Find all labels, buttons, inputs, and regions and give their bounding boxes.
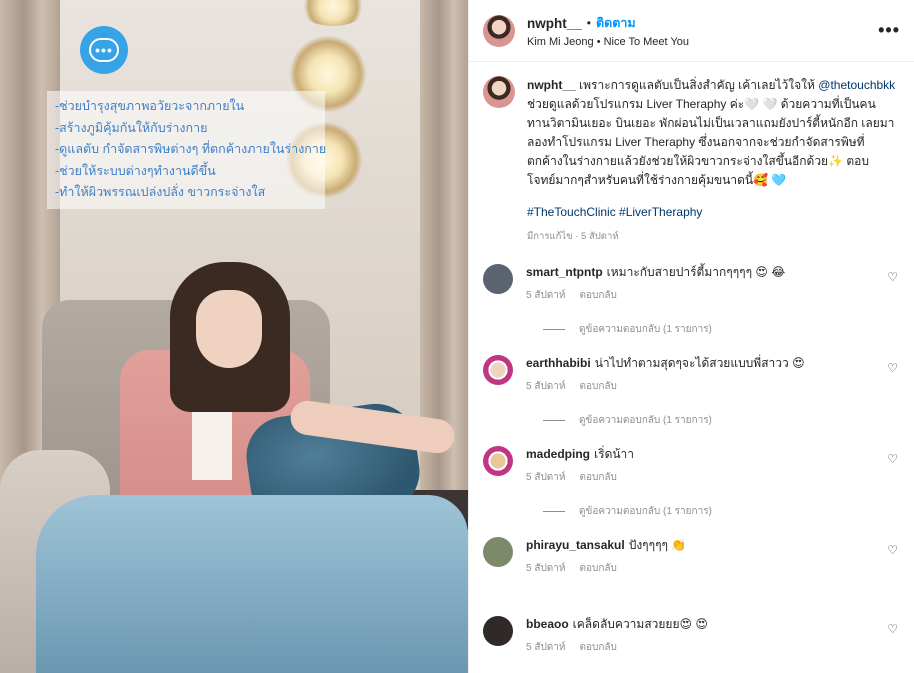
reply-button[interactable]: ตอบกลับ (580, 563, 617, 574)
ellipsis-icon: ••• (89, 38, 119, 62)
like-heart-icon[interactable]: ♡ (887, 622, 898, 636)
reply-button[interactable]: ตอบกลับ (580, 290, 617, 301)
like-heart-icon[interactable]: ♡ (887, 270, 898, 284)
post-sidebar: nwpht__ • ติดตาม Kim Mi Jeong • Nice To … (468, 0, 914, 673)
post-media[interactable]: ••• -ช่วยบำรุงสุขภาพอวัยวะจากภายใน -สร้า… (0, 0, 468, 673)
caption-text-1: เพราะการดูแลตับเป็นสิ่งสำคัญ เค้าเลยไว้ใ… (579, 78, 815, 92)
commenter-avatar[interactable] (483, 355, 513, 385)
comment-text: เริ่ดน้าา (594, 447, 635, 461)
replies-line (543, 511, 565, 512)
commenter-username[interactable]: bbeaoo (526, 617, 569, 631)
comment-text: น่าไปทำตามสุดๆจะได้สวยแบบพี่สาวว 😍 (594, 356, 805, 370)
like-heart-icon[interactable]: ♡ (887, 361, 898, 375)
view-replies-label: ดูข้อความตอบกลับ (1 รายการ) (579, 324, 712, 335)
benefits-overlay: -ช่วยบำรุงสุขภาพอวัยวะจากภายใน -สร้างภูม… (47, 91, 327, 209)
comment-text: เคล็ดลับความสวยยย😍 😍 (572, 617, 708, 631)
more-options-icon[interactable]: ••• (878, 20, 900, 41)
like-heart-icon[interactable]: ♡ (887, 452, 898, 466)
comment-item: phirayu_tansakul ปังๆๆๆๆ 👏 5 สัปดาห์ ตอบกล… (483, 537, 900, 576)
comments-area[interactable]: nwpht__ เพราะการดูแลตับเป็นสิ่งสำคัญ เค้… (469, 62, 914, 673)
benefit-line: -ช่วยบำรุงสุขภาพอวัยวะจากภายใน (55, 99, 245, 113)
caption-avatar[interactable] (483, 76, 515, 108)
view-replies-button[interactable]: ดูข้อความตอบกลับ (1 รายการ) (543, 413, 900, 428)
ceiling-lamp (298, 0, 368, 26)
benefit-line: -ดูแลตับ กำจัดสารพิษต่างๆ ที่ตกค้างภายใน… (55, 142, 327, 156)
commenter-avatar[interactable] (483, 446, 513, 476)
separator-dot: • (586, 16, 591, 30)
comment-time: 5 สัปดาห์ (526, 563, 566, 574)
reply-button[interactable]: ตอบกลับ (580, 381, 617, 392)
comment-time: 5 สัปดาห์ (526, 642, 566, 653)
view-replies-label: ดูข้อความตอบกลับ (1 รายการ) (579, 415, 712, 426)
benefit-line: -สร้างภูมิคุ้มกันให้กับร่างกาย (55, 120, 208, 135)
comment-time: 5 สัปดาห์ (526, 290, 566, 301)
comment-text: ปังๆๆๆๆ 👏 (628, 538, 687, 552)
author-info: nwpht__ • ติดตาม Kim Mi Jeong • Nice To … (527, 13, 689, 49)
audio-subtitle[interactable]: Kim Mi Jeong • Nice To Meet You (527, 36, 689, 48)
like-heart-icon[interactable]: ♡ (887, 543, 898, 557)
comment-item: bbeaoo เคล็ดลับความสวยยย😍 😍 5 สัปดาห์ ตอบก… (483, 616, 900, 655)
commenter-username[interactable]: madedping (526, 447, 590, 461)
commenter-username[interactable]: earthhabibi (526, 356, 591, 370)
view-replies-button[interactable]: ดูข้อความตอบกลับ (1 รายการ) (543, 504, 900, 519)
comment-item: earthhabibi น่าไปทำตามสุดๆจะได้สวยแบบพี่ส… (483, 355, 900, 394)
commenter-username[interactable]: phirayu_tansakul (526, 538, 625, 552)
comment-text: เหมาะกับสายปาร์ตี้มากๆๆๆๆ 😍 😂 (606, 265, 786, 279)
reply-button[interactable]: ตอบกลับ (580, 472, 617, 483)
author-username[interactable]: nwpht__ (527, 16, 582, 31)
view-replies-button[interactable]: ดูข้อความตอบกลับ (1 รายการ) (543, 322, 900, 337)
reply-button[interactable]: ตอบกลับ (580, 642, 617, 653)
commenter-avatar[interactable] (483, 264, 513, 294)
comment-time: 5 สัปดาห์ (526, 472, 566, 483)
comment-item: smart_ntpntp เหมาะกับสายปาร์ตี้มากๆๆๆๆ 😍 … (483, 264, 900, 303)
author-avatar[interactable] (483, 14, 515, 47)
post-header: nwpht__ • ติดตาม Kim Mi Jeong • Nice To … (469, 0, 914, 62)
person-face (196, 290, 262, 368)
commenter-avatar[interactable] (483, 616, 513, 646)
chat-bubble-icon: ••• (80, 26, 128, 74)
benefit-line: -ช่วยให้ระบบต่างๆทำงานดีขึ้น (55, 163, 216, 178)
comment-time: 5 สัปดาห์ (526, 381, 566, 392)
blue-blanket (36, 495, 468, 673)
benefit-line: -ทำให้ผิวพรรณเปล่งปลั่ง ขาวกระจ่างใส (55, 185, 266, 199)
caption-meta: มีการแก้ไข · 5 สัปดาห์ (527, 231, 619, 242)
replies-line (543, 420, 565, 421)
commenter-username[interactable]: smart_ntpntp (526, 265, 603, 279)
caption: nwpht__ เพราะการดูแลตับเป็นสิ่งสำคัญ เค้… (483, 76, 900, 246)
caption-mention[interactable]: @thetouchbkk (818, 78, 895, 92)
caption-text-2: ช่วยดูแลด้วยโปรแกรม Liver Theraphy ค่ะ🤍 … (527, 97, 895, 187)
post-viewer: ••• -ช่วยบำรุงสุขภาพอวัยวะจากภายใน -สร้า… (0, 0, 914, 673)
caption-username[interactable]: nwpht__ (527, 78, 576, 92)
comment-item: madedping เริ่ดน้าา 5 สัปดาห์ ตอบกลับ ♡ (483, 446, 900, 485)
view-replies-label: ดูข้อความตอบกลับ (1 รายการ) (579, 506, 712, 517)
follow-button[interactable]: ติดตาม (596, 13, 636, 33)
commenter-avatar[interactable] (483, 537, 513, 567)
replies-line (543, 329, 565, 330)
caption-hashtags[interactable]: #TheTouchClinic #LiverTheraphy (527, 203, 897, 222)
